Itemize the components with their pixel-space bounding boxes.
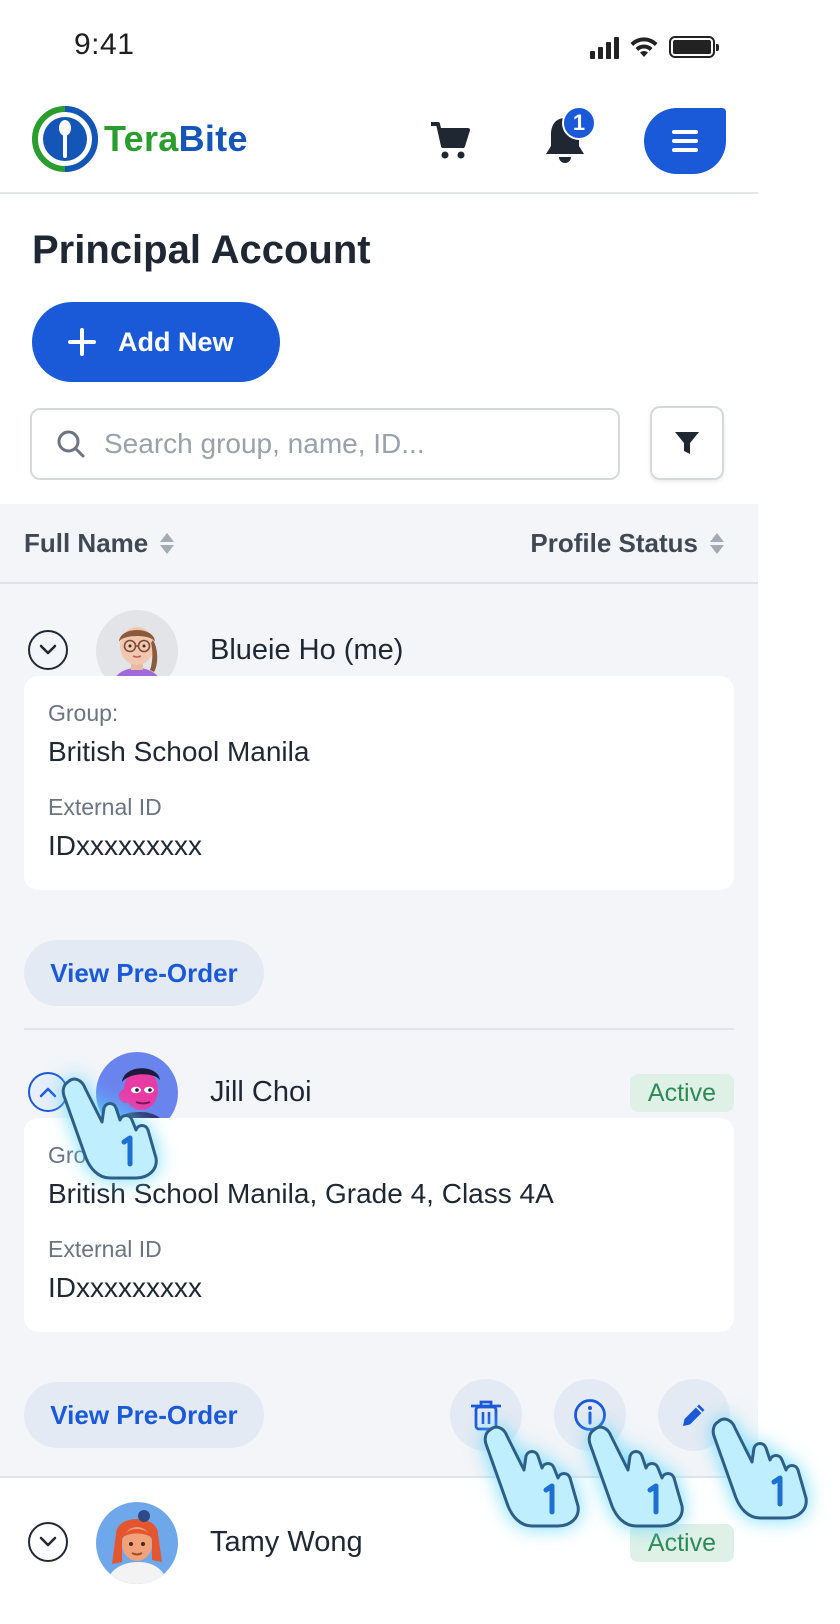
sort-icon — [710, 533, 724, 554]
phone-screen: 9:41 TeraBite 1 Principal Account Add Ne… — [0, 0, 758, 1624]
table-row-container: Tamy Wong Active — [0, 1476, 758, 1624]
add-new-button[interactable]: Add New — [32, 302, 280, 382]
table-row: Tamy Wong Active — [0, 1500, 758, 1584]
sort-icon — [160, 533, 175, 554]
logo-text: TeraBite — [104, 118, 248, 159]
info-button[interactable] — [554, 1379, 626, 1451]
column-header-full-name[interactable]: Full Name — [24, 528, 175, 559]
row-divider — [24, 1028, 734, 1030]
cart-icon[interactable] — [428, 118, 472, 162]
logo-spoon-icon — [32, 106, 98, 172]
chevron-up-icon — [39, 1087, 57, 1098]
signal-icon — [590, 35, 619, 59]
filter-funnel-icon — [675, 432, 699, 454]
hamburger-menu-button[interactable] — [644, 108, 726, 174]
group-value: British School Manila — [48, 736, 310, 767]
collapse-toggle-button[interactable] — [28, 1072, 68, 1112]
edit-button[interactable] — [658, 1379, 730, 1451]
table-header: Full Name Profile Status — [0, 504, 758, 584]
avatar — [96, 1502, 178, 1584]
member-detail-card: Group: British School Manila External ID… — [24, 676, 734, 890]
external-id-label: External ID — [48, 794, 162, 820]
member-name: Tamy Wong — [210, 1526, 363, 1558]
search-icon — [57, 430, 85, 458]
group-label: Group: — [48, 700, 119, 726]
status-time: 9:41 — [74, 28, 135, 61]
external-id-value: IDxxxxxxxxx — [48, 830, 202, 861]
status-badge: Active — [629, 1524, 734, 1562]
column-header-profile-status[interactable]: Profile Status — [530, 528, 724, 559]
search-box[interactable] — [30, 408, 620, 480]
app-header: TeraBite 1 — [0, 92, 758, 194]
member-name: Blueie Ho (me) — [210, 634, 404, 666]
trash-icon — [471, 1400, 501, 1431]
external-id-value: IDxxxxxxxxx — [48, 1272, 202, 1303]
info-icon — [574, 1399, 606, 1431]
filter-button[interactable] — [650, 406, 724, 480]
view-pre-order-button[interactable]: View Pre-Order — [24, 1382, 264, 1448]
member-name: Jill Choi — [210, 1076, 312, 1108]
status-badge: Active — [629, 1074, 734, 1112]
delete-button[interactable] — [450, 1379, 522, 1451]
notification-badge: 1 — [562, 106, 596, 140]
chevron-down-icon — [39, 644, 57, 655]
status-bar: 9:41 — [0, 0, 758, 92]
group-label: Group: — [48, 1142, 119, 1168]
expand-toggle-button[interactable] — [28, 1522, 68, 1562]
wifi-icon — [630, 37, 658, 57]
account-table: Full Name Profile Status Blueie Ho (me) … — [0, 504, 758, 1476]
search-input[interactable] — [104, 428, 584, 460]
chevron-down-icon — [39, 1536, 57, 1547]
battery-icon — [669, 36, 719, 58]
pencil-icon — [683, 1404, 705, 1426]
page-title: Principal Account — [32, 228, 371, 272]
external-id-label: External ID — [48, 1236, 162, 1262]
plus-icon — [68, 328, 96, 356]
expand-toggle-button[interactable] — [28, 630, 68, 670]
member-detail-card: Group: British School Manila, Grade 4, C… — [24, 1118, 734, 1332]
add-new-label: Add New — [118, 326, 234, 357]
view-pre-order-button[interactable]: View Pre-Order — [24, 940, 264, 1006]
group-value: British School Manila, Grade 4, Class 4A — [48, 1178, 554, 1209]
terabite-logo[interactable]: TeraBite — [32, 106, 248, 172]
status-icons — [590, 30, 719, 64]
